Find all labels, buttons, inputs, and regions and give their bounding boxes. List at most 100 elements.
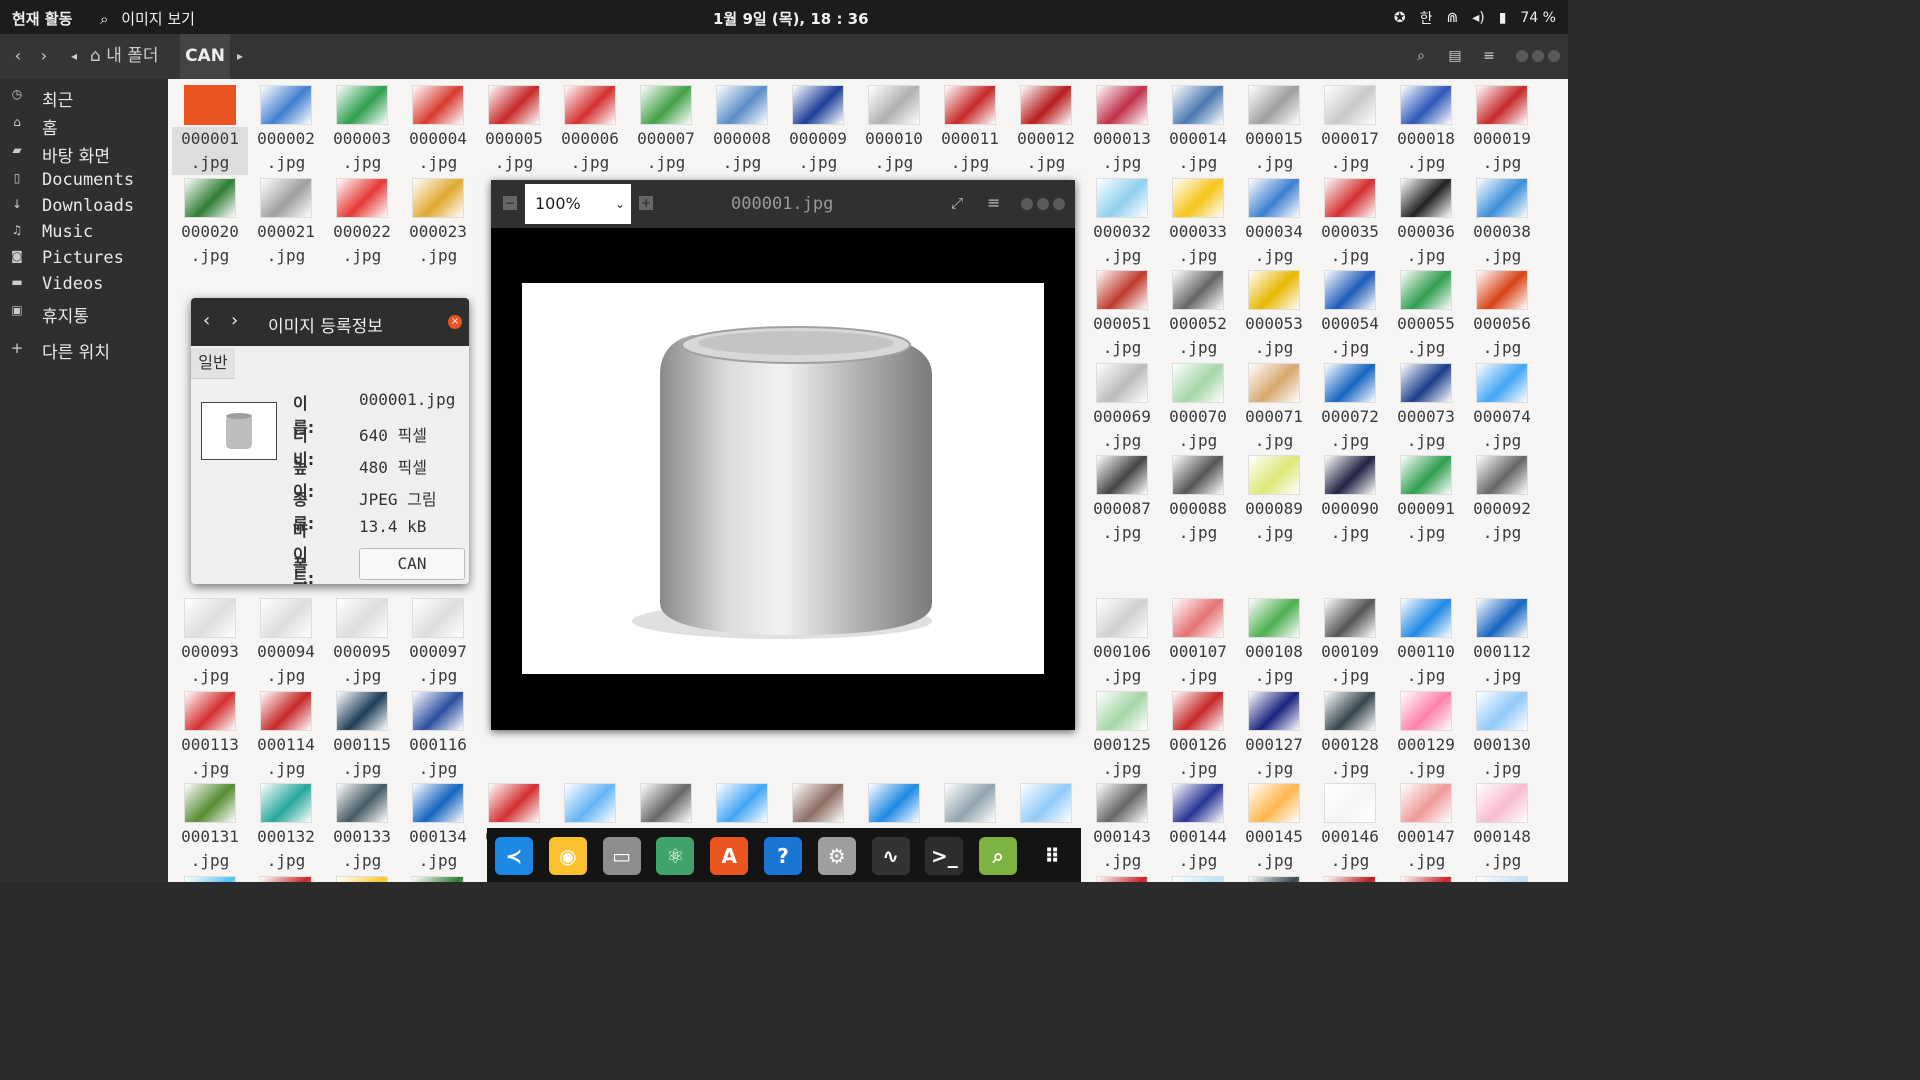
software-store-icon[interactable]: A: [710, 837, 749, 875]
zoom-level-select[interactable]: 100% ⌄: [525, 184, 631, 224]
sidebar-item-pictures[interactable]: ◙ Pictures: [0, 246, 168, 272]
path-scroll-left-button[interactable]: ◂: [62, 44, 86, 68]
file-item[interactable]: 000108 .jpg: [1236, 594, 1312, 686]
file-item[interactable]: 000106 .jpg: [1084, 594, 1160, 686]
file-item[interactable]: 000008 .jpg: [704, 81, 780, 173]
activities-button[interactable]: 현재 활동: [12, 8, 72, 29]
file-item[interactable]: 000052 .jpg: [1160, 266, 1236, 358]
clock[interactable]: 1월 9일 (목), 18 : 36: [713, 8, 869, 29]
file-item[interactable]: 000072 .jpg: [1312, 359, 1388, 451]
terminal-icon[interactable]: >_: [925, 837, 964, 875]
file-item[interactable]: 000129 .jpg: [1388, 687, 1464, 779]
file-item[interactable]: 000115 .jpg: [324, 687, 400, 779]
breadcrumb-current[interactable]: CAN: [180, 34, 230, 79]
settings-icon[interactable]: ⚙: [817, 837, 856, 875]
file-item[interactable]: 000011 .jpg: [932, 81, 1008, 173]
maximize-button[interactable]: [1532, 50, 1544, 62]
sidebar-item-trash[interactable]: ▣ 휴지통: [0, 300, 168, 327]
viewer-minimize-button[interactable]: [1021, 198, 1033, 210]
file-item[interactable]: 000010 .jpg: [856, 81, 932, 173]
file-item[interactable]: 000006 .jpg: [552, 81, 628, 173]
file-item[interactable]: 000053 .jpg: [1236, 266, 1312, 358]
file-item[interactable]: 000128 .jpg: [1312, 687, 1388, 779]
sidebar-item-documents[interactable]: ▯ Documents: [0, 168, 168, 194]
zoom-out-button[interactable]: −: [503, 196, 517, 210]
sidebar-item-recent[interactable]: ◷ 최근: [0, 84, 168, 111]
breadcrumb-home[interactable]: ⌂ 내 폴더: [90, 34, 159, 79]
file-item[interactable]: 000071 .jpg: [1236, 359, 1312, 451]
file-item[interactable]: 000036 .jpg: [1388, 174, 1464, 266]
file-item[interactable]: 000092 .jpg: [1464, 451, 1540, 543]
sidebar-item-home[interactable]: ⌂ 홈: [0, 112, 168, 139]
file-item[interactable]: 000152.jpg: [400, 872, 476, 882]
image-viewer-icon[interactable]: ⌕: [979, 837, 1018, 875]
zoom-in-button[interactable]: +: [639, 196, 653, 210]
open-folder-button[interactable]: CAN: [359, 548, 465, 580]
file-item[interactable]: 000056 .jpg: [1464, 266, 1540, 358]
sidebar-item-other-locations[interactable]: + 다른 위치: [0, 336, 168, 363]
sidebar-item-downloads[interactable]: ↓ Downloads: [0, 194, 168, 220]
sidebar-item-videos[interactable]: ▬ Videos: [0, 272, 168, 298]
file-item[interactable]: 000093 .jpg: [172, 594, 248, 686]
file-item[interactable]: 000131 .jpg: [172, 779, 248, 871]
file-item[interactable]: 000089 .jpg: [1236, 451, 1312, 543]
file-item[interactable]: 000127 .jpg: [1236, 687, 1312, 779]
help-icon[interactable]: ?: [764, 837, 802, 875]
app-grid-icon[interactable]: ⠿: [1033, 837, 1071, 875]
file-item[interactable]: 000087 .jpg: [1084, 451, 1160, 543]
file-item[interactable]: 000012 .jpg: [1008, 81, 1084, 173]
file-item[interactable]: 000007 .jpg: [628, 81, 704, 173]
file-item[interactable]: 000021 .jpg: [248, 174, 324, 266]
tab-general[interactable]: 일반: [191, 348, 235, 379]
file-item[interactable]: 000143 .jpg: [1084, 779, 1160, 871]
file-item[interactable]: 000107 .jpg: [1160, 594, 1236, 686]
minimize-button[interactable]: [1516, 50, 1528, 62]
file-item[interactable]: 000002 .jpg: [248, 81, 324, 173]
file-item[interactable]: 000073 .jpg: [1388, 359, 1464, 451]
fullscreen-button[interactable]: ⤢: [951, 194, 963, 212]
file-item[interactable]: 000109 .jpg: [1312, 594, 1388, 686]
previous-image-button[interactable]: ‹: [203, 310, 210, 331]
file-item[interactable]: 000134 .jpg: [400, 779, 476, 871]
vscode-icon[interactable]: ≺: [495, 837, 533, 875]
file-item[interactable]: 000001 .jpg: [172, 81, 248, 175]
file-item[interactable]: 000133 .jpg: [324, 779, 400, 871]
file-item[interactable]: 000015 .jpg: [1236, 81, 1312, 173]
file-item[interactable]: 000088 .jpg: [1160, 451, 1236, 543]
close-button[interactable]: [1548, 50, 1560, 62]
file-item[interactable]: 000151.jpg: [324, 872, 400, 882]
sidebar-item-music[interactable]: ♫ Music: [0, 220, 168, 246]
file-item[interactable]: 000033 .jpg: [1160, 174, 1236, 266]
file-item[interactable]: 000125 .jpg: [1084, 687, 1160, 779]
properties-close-button[interactable]: ×: [448, 315, 462, 329]
next-image-button[interactable]: ›: [231, 310, 238, 331]
file-item[interactable]: 000150.jpg: [248, 872, 324, 882]
file-item[interactable]: 000023 .jpg: [400, 174, 476, 266]
file-item[interactable]: 000054 .jpg: [1312, 266, 1388, 358]
file-item[interactable]: 000145 .jpg: [1236, 779, 1312, 871]
file-item[interactable]: 000020 .jpg: [172, 174, 248, 266]
file-item[interactable]: 000166.jpg: [1464, 872, 1540, 882]
files-icon[interactable]: ▭: [602, 837, 641, 875]
file-item[interactable]: 000149.jpg: [172, 872, 248, 882]
file-item[interactable]: 000090 .jpg: [1312, 451, 1388, 543]
file-item[interactable]: 000147 .jpg: [1388, 779, 1464, 871]
file-item[interactable]: 000004 .jpg: [400, 81, 476, 173]
file-item[interactable]: 000069 .jpg: [1084, 359, 1160, 451]
file-item[interactable]: 000005 .jpg: [476, 81, 552, 173]
file-item[interactable]: 000114 .jpg: [248, 687, 324, 779]
accessibility-icon[interactable]: ✪: [1394, 10, 1406, 26]
file-item[interactable]: 000146 .jpg: [1312, 779, 1388, 871]
viewer-close-button[interactable]: [1053, 198, 1065, 210]
back-button[interactable]: ‹: [6, 44, 30, 68]
file-item[interactable]: 000013 .jpg: [1084, 81, 1160, 173]
file-item[interactable]: 000097 .jpg: [400, 594, 476, 686]
file-item[interactable]: 000162.jpg: [1160, 872, 1236, 882]
system-tray[interactable]: ✪ 한 ⋒ ◂) ▮ 74 %: [1394, 8, 1556, 28]
view-toggle-button[interactable]: ▤: [1442, 44, 1468, 68]
search-button[interactable]: ⌕: [1408, 44, 1434, 68]
system-monitor-icon[interactable]: ∿: [871, 837, 910, 875]
file-item[interactable]: 000032 .jpg: [1084, 174, 1160, 266]
atom-icon[interactable]: ⚛: [656, 837, 695, 875]
file-item[interactable]: 000038 .jpg: [1464, 174, 1540, 266]
